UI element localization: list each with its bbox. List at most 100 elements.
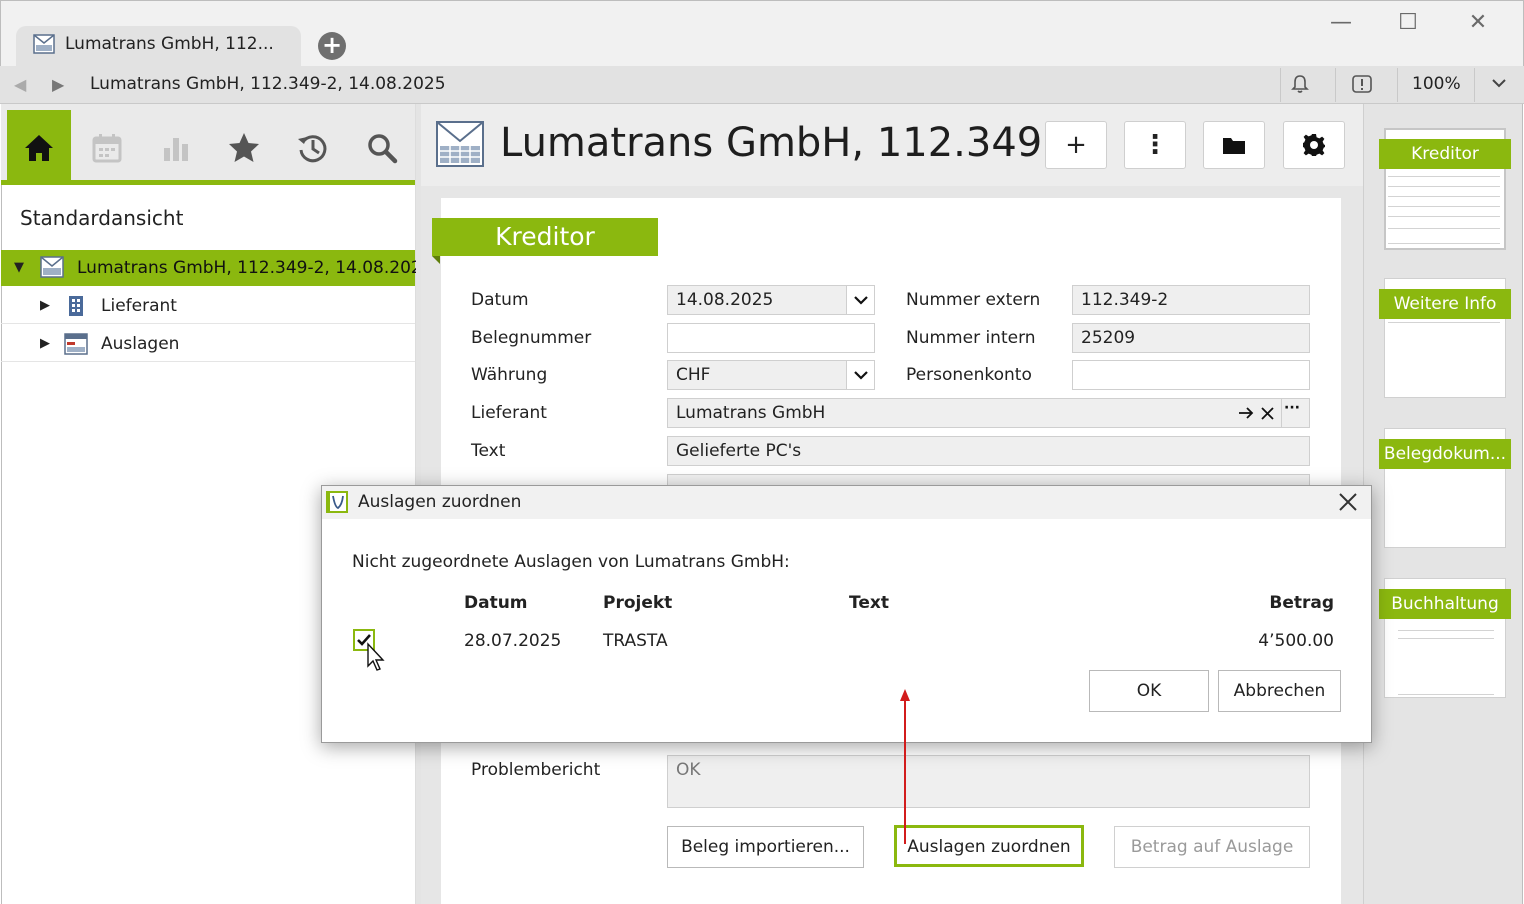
column-header-text: Text bbox=[849, 593, 889, 613]
mouse-cursor-icon bbox=[367, 642, 385, 671]
tree-item-label: Lieferant bbox=[101, 296, 177, 316]
text-value: Gelieferte PC's bbox=[676, 441, 802, 461]
collapse-arrow-icon[interactable]: ▼ bbox=[14, 260, 24, 275]
nummer-intern-label: Nummer intern bbox=[906, 328, 1036, 348]
back-button[interactable]: ◀ bbox=[14, 75, 26, 94]
expand-arrow-icon[interactable]: ▶ bbox=[40, 298, 50, 313]
nummer-extern-field[interactable]: 112.349-2 bbox=[1072, 285, 1310, 315]
tree-root-label: Lumatrans GmbH, 112.349-2, 14.08.2025 bbox=[77, 258, 433, 278]
close-icon[interactable] bbox=[1335, 489, 1361, 515]
history-icon[interactable] bbox=[295, 130, 331, 166]
thumbnail-detail bbox=[1388, 322, 1500, 323]
amount-to-expense-button[interactable]: Betrag auf Auslage bbox=[1114, 826, 1310, 868]
expenses-icon bbox=[64, 333, 88, 355]
maximize-button[interactable]: ☐ bbox=[1388, 8, 1428, 38]
section-banner-fold bbox=[432, 256, 440, 264]
thumbnail-label[interactable]: Buchhaltung bbox=[1379, 589, 1511, 619]
dialog-title: Auslagen zuordnen bbox=[358, 492, 522, 512]
lieferant-more-button[interactable]: ··· bbox=[1284, 400, 1300, 416]
bar-chart-icon[interactable] bbox=[158, 130, 194, 166]
folder-button[interactable] bbox=[1203, 121, 1265, 169]
datum-dropdown-button[interactable] bbox=[846, 286, 874, 314]
cell-projekt: TRASTA bbox=[603, 631, 668, 651]
document-icon bbox=[33, 34, 55, 54]
column-header-datum: Datum bbox=[464, 593, 528, 613]
personenkonto-label: Personenkonto bbox=[906, 365, 1032, 385]
calendar-icon[interactable] bbox=[89, 130, 125, 166]
chevron-down-icon bbox=[854, 296, 868, 305]
more-options-button[interactable]: ⋮ bbox=[1124, 121, 1186, 169]
waehrung-value: CHF bbox=[676, 365, 711, 385]
problembericht-label: Problembericht bbox=[471, 760, 601, 780]
tree-item-lieferant[interactable] bbox=[1, 286, 415, 324]
arrow-right-icon[interactable] bbox=[1238, 406, 1254, 420]
minimize-button[interactable]: — bbox=[1321, 8, 1361, 38]
document-icon bbox=[436, 121, 484, 167]
problembericht-field[interactable]: OK bbox=[667, 755, 1310, 808]
tree-item-label: Auslagen bbox=[101, 334, 180, 354]
text-label: Text bbox=[471, 441, 506, 461]
thumbnail-detail bbox=[1398, 638, 1494, 639]
chevron-down-icon[interactable] bbox=[1490, 76, 1508, 90]
column-header-betrag: Betrag bbox=[1269, 593, 1334, 613]
divider bbox=[1335, 68, 1336, 102]
nummer-intern-value: 25209 bbox=[1081, 328, 1136, 348]
cancel-button[interactable]: Abbrechen bbox=[1218, 670, 1341, 712]
thumbnail-detail bbox=[1388, 186, 1500, 187]
divider bbox=[1474, 68, 1475, 102]
bell-icon[interactable] bbox=[1289, 73, 1311, 95]
gear-icon bbox=[1303, 134, 1325, 156]
waehrung-dropdown-button[interactable] bbox=[846, 361, 874, 389]
home-icon[interactable] bbox=[21, 130, 57, 166]
app-logo-icon bbox=[326, 491, 348, 513]
belegnummer-label: Belegnummer bbox=[471, 328, 592, 348]
dialog-message: Nicht zugeordnete Auslagen von Lumatrans… bbox=[352, 552, 790, 572]
lieferant-field[interactable]: Lumatrans GmbH bbox=[667, 398, 1310, 428]
search-icon[interactable] bbox=[364, 130, 400, 166]
alert-icon[interactable] bbox=[1351, 73, 1373, 95]
new-tab-button[interactable]: + bbox=[318, 32, 346, 60]
breadcrumb: Lumatrans GmbH, 112.349-2, 14.08.2025 bbox=[90, 74, 446, 94]
thumbnail-detail bbox=[1398, 630, 1494, 631]
nummer-extern-label: Nummer extern bbox=[906, 290, 1041, 310]
lieferant-label: Lieferant bbox=[471, 403, 547, 423]
nummer-extern-value: 112.349-2 bbox=[1081, 290, 1169, 310]
thumbnail-label[interactable]: Weitere Info bbox=[1379, 289, 1511, 319]
thumbnail-detail bbox=[1388, 206, 1500, 207]
settings-button[interactable] bbox=[1283, 121, 1345, 169]
add-button[interactable]: + bbox=[1045, 121, 1107, 169]
datum-field[interactable]: 14.08.2025 bbox=[667, 285, 875, 315]
annotation-arrow bbox=[904, 696, 906, 844]
belegnummer-field[interactable] bbox=[667, 323, 875, 353]
divider bbox=[1280, 68, 1281, 102]
column-header-projekt: Projekt bbox=[603, 593, 673, 613]
close-window-button[interactable]: ✕ bbox=[1458, 8, 1498, 38]
forward-button[interactable]: ▶ bbox=[52, 75, 64, 94]
ok-button[interactable]: OK bbox=[1089, 670, 1209, 712]
chevron-down-icon bbox=[854, 371, 868, 380]
clear-icon[interactable] bbox=[1261, 407, 1274, 420]
star-icon[interactable] bbox=[226, 130, 262, 166]
thumbnail-label[interactable]: Belegdokum... bbox=[1379, 439, 1511, 469]
datum-label: Datum bbox=[471, 290, 529, 310]
import-document-button[interactable]: Beleg importieren... bbox=[667, 826, 864, 868]
assign-expenses-dialog bbox=[321, 485, 1372, 743]
waehrung-label: Währung bbox=[471, 365, 548, 385]
thumbnail-detail bbox=[1388, 228, 1500, 229]
thumbnail-detail bbox=[1388, 216, 1500, 217]
cell-betrag: 4’500.00 bbox=[1258, 631, 1334, 651]
thumbnail-detail bbox=[1388, 176, 1500, 177]
text-field[interactable]: Gelieferte PC's bbox=[667, 436, 1310, 466]
waehrung-field[interactable]: CHF bbox=[667, 360, 875, 390]
assign-expenses-button[interactable]: Auslagen zuordnen bbox=[894, 825, 1084, 867]
view-label[interactable]: Standardansicht bbox=[20, 206, 183, 230]
thumbnail-label[interactable]: Kreditor bbox=[1379, 139, 1511, 169]
nummer-intern-field[interactable]: 25209 bbox=[1072, 323, 1310, 353]
thumbnail-detail bbox=[1388, 243, 1500, 244]
folder-icon bbox=[1223, 138, 1245, 154]
personenkonto-field[interactable] bbox=[1072, 360, 1310, 390]
zoom-level[interactable]: 100% bbox=[1412, 74, 1461, 94]
lieferant-value: Lumatrans GmbH bbox=[676, 403, 826, 423]
thumbnail-detail bbox=[1388, 196, 1500, 197]
expand-arrow-icon[interactable]: ▶ bbox=[40, 336, 50, 351]
